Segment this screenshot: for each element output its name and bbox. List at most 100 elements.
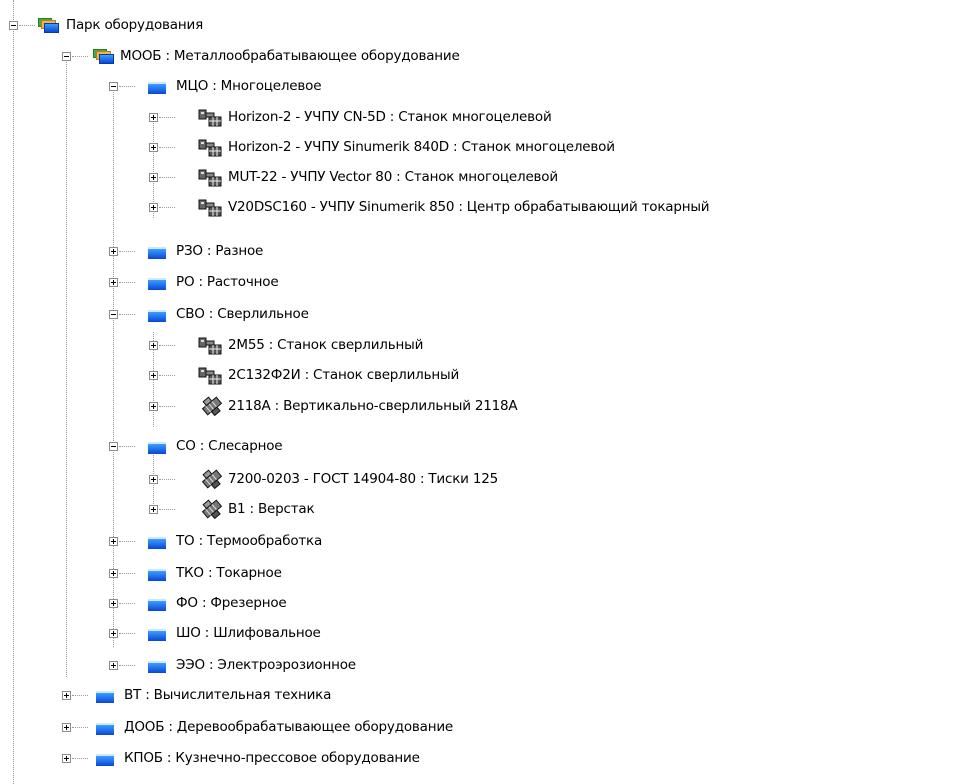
folder-icon — [148, 599, 166, 611]
folder-icon — [148, 310, 166, 322]
tree-line — [159, 177, 175, 178]
equipment-tree[interactable]: Парк оборудования МООБ : Металлообрабаты… — [0, 0, 961, 784]
tree-line — [159, 406, 175, 407]
tree-node-to[interactable]: ТО : Термообработка — [0, 528, 961, 558]
node-label: ВТ : Вычислительная техника — [124, 687, 332, 703]
folder-icon — [148, 278, 166, 290]
group-folder-icon — [93, 49, 114, 64]
expand-toggle-icon[interactable] — [149, 371, 158, 380]
tree-node-kpob[interactable]: КПОБ : Кузнечно-прессовое оборудование — [0, 745, 961, 775]
tree-line — [119, 446, 135, 447]
expand-toggle-icon[interactable] — [109, 661, 118, 670]
tree-node-2m55[interactable]: 2М55 : Станок сверлильный — [0, 332, 961, 362]
tree-line — [72, 695, 88, 696]
tree-node-svo[interactable]: СВО : Сверлильное — [0, 301, 961, 331]
node-label: КПОБ : Кузнечно-прессовое оборудование — [124, 750, 420, 766]
node-label: V20DSC160 - УЧПУ Sinumerik 850 : Центр о… — [228, 199, 710, 215]
node-label: СВО : Сверлильное — [176, 306, 309, 322]
tree-node-mco[interactable]: МЦО : Многоцелевое — [0, 73, 961, 103]
expand-toggle-icon[interactable] — [62, 754, 71, 763]
node-label: МЦО : Многоцелевое — [176, 78, 322, 94]
expand-toggle-icon[interactable] — [149, 143, 158, 152]
tree-node-7200[interactable]: 7200-0203 - ГОСТ 14904-80 : Тиски 125 — [0, 466, 961, 496]
tree-line — [72, 758, 88, 759]
tree-node-park[interactable]: Парк оборудования — [0, 12, 961, 42]
folder-icon — [148, 82, 166, 94]
tree-line — [159, 147, 175, 148]
expand-toggle-icon[interactable] — [149, 113, 158, 122]
tree-node-sho[interactable]: ШО : Шлифовальное — [0, 620, 961, 650]
node-label: СО : Слесарное — [176, 438, 283, 454]
tree-node-moob[interactable]: МООБ : Металлообрабатывающее оборудовани… — [0, 43, 961, 73]
collapse-toggle-icon[interactable] — [109, 82, 118, 91]
tree-node-2118a[interactable]: 2118А : Вертикально-сверлильный 2118А — [0, 393, 961, 423]
tree-node-vt[interactable]: ВТ : Вычислительная техника — [0, 682, 961, 712]
tree-node-tko[interactable]: ТКО : Токарное — [0, 560, 961, 590]
expand-toggle-icon[interactable] — [109, 599, 118, 608]
node-label: Horizon-2 - УЧПУ CN-5D : Станок многоцел… — [228, 109, 552, 125]
folder-icon — [148, 247, 166, 259]
tree-line — [72, 56, 88, 57]
expand-toggle-icon[interactable] — [62, 723, 71, 732]
expand-toggle-icon[interactable] — [149, 505, 158, 514]
tree-line — [159, 207, 175, 208]
folder-icon — [148, 629, 166, 641]
expand-toggle-icon[interactable] — [109, 247, 118, 256]
folder-icon — [96, 691, 114, 703]
expand-toggle-icon[interactable] — [62, 691, 71, 700]
node-label: МООБ : Металлообрабатывающее оборудовани… — [120, 48, 460, 64]
node-label: 2118А : Вертикально-сверлильный 2118А — [228, 398, 518, 414]
node-label: 2С132Ф2И : Станок сверлильный — [228, 367, 460, 383]
collapse-toggle-icon[interactable] — [109, 442, 118, 451]
expand-toggle-icon[interactable] — [149, 341, 158, 350]
expand-toggle-icon[interactable] — [109, 569, 118, 578]
tree-node-horizon-840d[interactable]: Horizon-2 - УЧПУ Sinumerik 840D : Станок… — [0, 134, 961, 164]
tree-node-v20dsc160[interactable]: V20DSC160 - УЧПУ Sinumerik 850 : Центр о… — [0, 194, 961, 224]
node-label: 7200-0203 - ГОСТ 14904-80 : Тиски 125 — [228, 471, 499, 487]
node-label: РЗО : Разное — [176, 243, 264, 259]
tree-line — [159, 117, 175, 118]
tree-line — [119, 633, 135, 634]
tree-line — [119, 603, 135, 604]
expand-toggle-icon[interactable] — [149, 173, 158, 182]
expand-toggle-icon[interactable] — [149, 475, 158, 484]
machine-icon — [198, 139, 222, 157]
tree-node-fo[interactable]: ФО : Фрезерное — [0, 590, 961, 620]
tree-node-rzo[interactable]: РЗО : Разное — [0, 238, 961, 268]
machine-icon — [198, 169, 222, 187]
tree-line — [119, 541, 135, 542]
expand-toggle-icon[interactable] — [149, 203, 158, 212]
tree-node-horizon-cn5d[interactable]: Horizon-2 - УЧПУ CN-5D : Станок многоцел… — [0, 104, 961, 134]
tool-icon — [201, 499, 223, 520]
tree-node-ro[interactable]: РО : Расточное — [0, 269, 961, 299]
collapse-toggle-icon[interactable] — [62, 52, 71, 61]
tree-line — [159, 479, 175, 480]
node-label: ЭЭО : Электроэрозионное — [176, 657, 356, 673]
tree-line — [159, 509, 175, 510]
node-label: MUT-22 - УЧПУ Vector 80 : Станок многоце… — [228, 169, 558, 185]
tree-line — [19, 25, 35, 26]
node-label: ТКО : Токарное — [176, 565, 282, 581]
expand-toggle-icon[interactable] — [109, 629, 118, 638]
folder-icon — [96, 754, 114, 766]
collapse-toggle-icon[interactable] — [109, 310, 118, 319]
tree-line — [159, 375, 175, 376]
node-label: Horizon-2 - УЧПУ Sinumerik 840D : Станок… — [228, 139, 615, 155]
expand-toggle-icon[interactable] — [109, 278, 118, 287]
tool-icon — [201, 396, 223, 417]
tree-node-v1[interactable]: В1 : Верстак — [0, 496, 961, 526]
folder-icon — [148, 537, 166, 549]
node-label: 2М55 : Станок сверлильный — [228, 337, 424, 353]
expand-toggle-icon[interactable] — [109, 537, 118, 546]
tree-node-2s132f2i[interactable]: 2С132Ф2И : Станок сверлильный — [0, 362, 961, 392]
tree-node-eeo[interactable]: ЭЭО : Электроэрозионное — [0, 652, 961, 682]
expand-toggle-icon[interactable] — [149, 402, 158, 411]
tree-node-so[interactable]: СО : Слесарное — [0, 433, 961, 463]
tree-line — [119, 251, 135, 252]
tree-node-doob[interactable]: ДООБ : Деревообрабатывающее оборудование — [0, 714, 961, 744]
tree-node-mut22[interactable]: MUT-22 - УЧПУ Vector 80 : Станок многоце… — [0, 164, 961, 194]
node-label: ТО : Термообработка — [176, 533, 323, 549]
node-label: ДООБ : Деревообрабатывающее оборудование — [124, 719, 454, 735]
group-folder-icon — [38, 18, 59, 33]
collapse-toggle-icon[interactable] — [9, 21, 18, 30]
